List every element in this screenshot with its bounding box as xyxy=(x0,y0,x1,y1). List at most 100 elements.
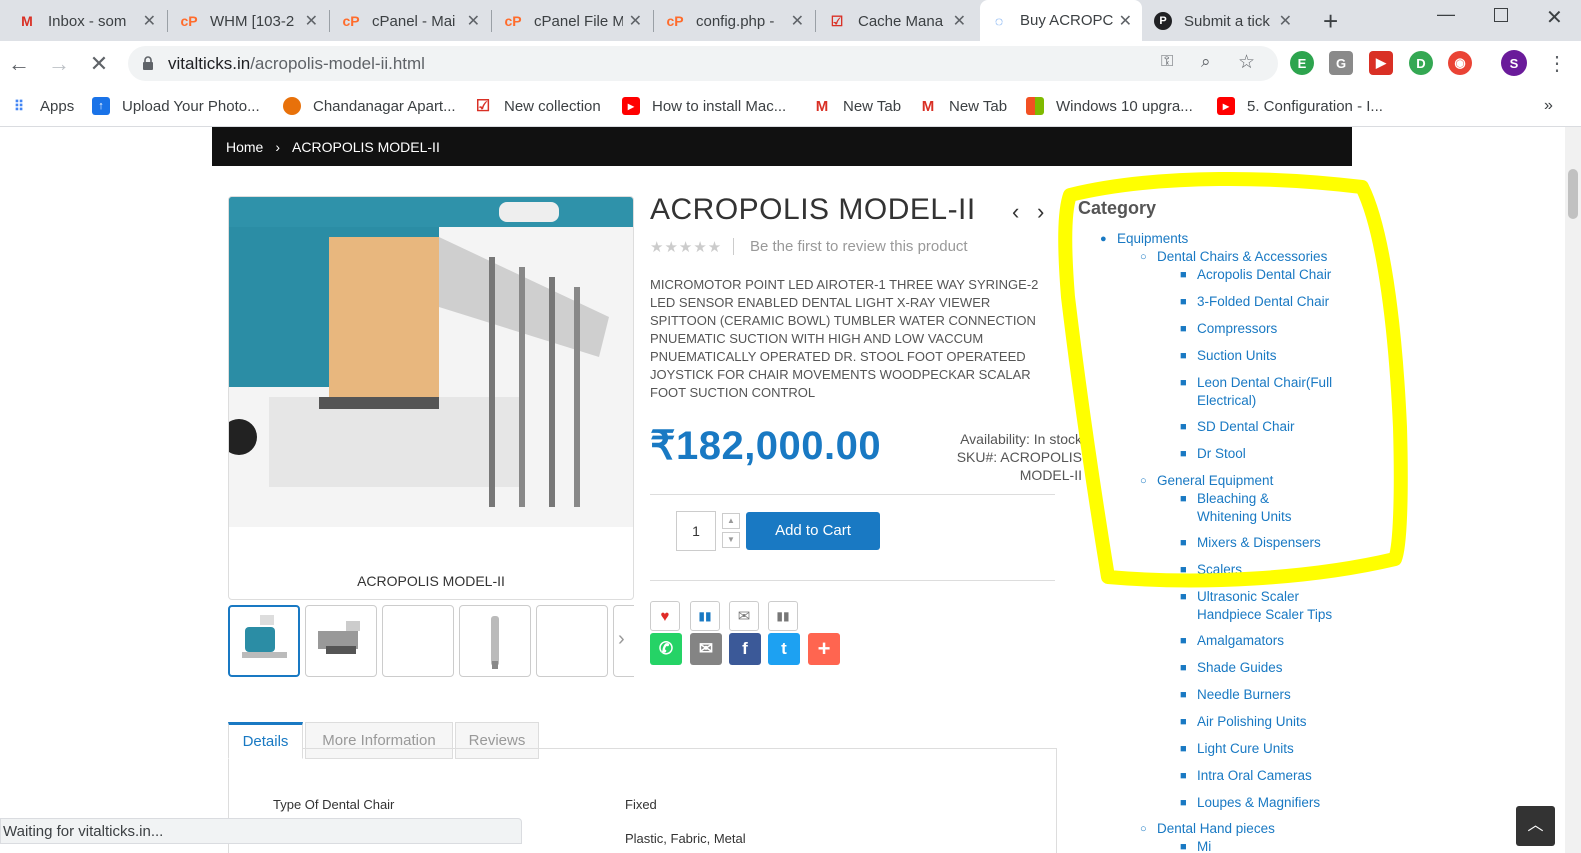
evernote-extension-icon[interactable]: E xyxy=(1290,51,1314,75)
next-product-icon[interactable]: › xyxy=(1037,199,1044,225)
browser-tab-cache[interactable]: ☑ Cache Mana ✕ xyxy=(818,4,976,38)
bookmark-configuration[interactable]: ▶ 5. Configuration - I... xyxy=(1217,95,1383,117)
close-window-icon[interactable]: ✕ xyxy=(1546,5,1563,30)
category-item[interactable]: ■ Air Polishing Units xyxy=(1180,713,1307,731)
browser-tab-config[interactable]: cP config.php - ✕ xyxy=(656,4,814,38)
bookmark-new-collection[interactable]: ☑ New collection xyxy=(474,95,601,117)
page-scrollbar[interactable] xyxy=(1565,127,1581,853)
product-thumbnail-5[interactable] xyxy=(536,605,608,677)
bookmark-chandanagar[interactable]: Chandanagar Apart... xyxy=(283,95,456,117)
category-item[interactable]: ■ Acropolis Dental Chair xyxy=(1180,266,1331,284)
add-to-cart-button[interactable]: Add to Cart xyxy=(746,512,880,550)
zoom-icon[interactable]: ⌕ xyxy=(1201,52,1211,72)
avatar[interactable]: S xyxy=(1501,50,1527,76)
close-tab-icon[interactable]: ✕ xyxy=(467,11,480,31)
browser-tab-cpanel-file[interactable]: cP cPanel File M ✕ xyxy=(494,4,652,38)
category-item[interactable]: ■ Dr Stool xyxy=(1180,445,1246,463)
category-item[interactable]: ■ Ultrasonic Scaler Handpiece Scaler Tips xyxy=(1180,588,1332,624)
category-item[interactable]: ■ Intra Oral Cameras xyxy=(1180,767,1312,785)
browser-tab-inbox[interactable]: M Inbox - som ✕ xyxy=(8,4,166,38)
category-item[interactable]: ■ Suction Units xyxy=(1180,347,1277,365)
review-link[interactable]: Be the first to review this product xyxy=(733,238,968,255)
category-item[interactable]: ■ Bleaching & Whitening Units xyxy=(1180,490,1292,526)
qty-increase-icon[interactable]: ▲ xyxy=(722,513,740,529)
new-tab-button[interactable]: + xyxy=(1323,6,1338,37)
category-item[interactable]: ■ Needle Burners xyxy=(1180,686,1291,704)
close-tab-icon[interactable]: ✕ xyxy=(953,11,966,31)
stop-loading-icon[interactable]: ✕ xyxy=(86,51,112,77)
category-item[interactable]: ■ Amalgamators xyxy=(1180,632,1284,650)
category-dental-hand-pieces[interactable]: ○ Dental Hand pieces xyxy=(1140,820,1275,838)
forward-icon[interactable]: → xyxy=(46,51,72,77)
browser-tab-whm[interactable]: cP WHM [103-2 ✕ xyxy=(170,4,328,38)
maximize-icon[interactable] xyxy=(1494,8,1508,22)
email-icon[interactable]: ✉ xyxy=(729,601,759,631)
category-item[interactable]: ■ Scalers xyxy=(1180,561,1242,579)
whatsapp-share-icon[interactable]: ✆ xyxy=(650,633,682,665)
wishlist-heart-icon[interactable]: ♥ xyxy=(650,601,680,631)
bookmark-apps[interactable]: ⠿ Apps xyxy=(10,95,74,117)
product-main-image[interactable]: ACROPOLIS MODEL-II xyxy=(228,196,634,600)
twitter-share-icon[interactable]: t xyxy=(768,633,800,665)
more-share-icon[interactable]: + xyxy=(808,633,840,665)
category-item[interactable]: ■ Mi xyxy=(1180,838,1211,853)
bookmark-new-tab-1[interactable]: M New Tab xyxy=(813,95,901,117)
qty-decrease-icon[interactable]: ▼ xyxy=(722,532,740,548)
browser-tab-submit-ticket[interactable]: P Submit a tick ✕ xyxy=(1144,4,1302,38)
bookmark-install-mac[interactable]: ▶ How to install Mac... xyxy=(622,95,786,117)
tab-details[interactable]: Details xyxy=(228,722,303,759)
d-extension-icon[interactable]: D xyxy=(1409,51,1433,75)
grammarly-extension-icon[interactable]: G xyxy=(1329,51,1353,75)
facebook-share-icon[interactable]: f xyxy=(729,633,761,665)
browser-tab-buy-acropolis[interactable]: ◌ Buy ACROPC ✕ xyxy=(980,0,1142,41)
quantity-input[interactable]: 1 xyxy=(676,511,716,551)
category-item[interactable]: ■ Shade Guides xyxy=(1180,659,1283,677)
category-item[interactable]: ■ SD Dental Chair xyxy=(1180,418,1295,436)
browser-tab-strip: M Inbox - som ✕ cP WHM [103-2 ✕ cP cPanel … xyxy=(0,0,1581,41)
close-tab-icon[interactable]: ✕ xyxy=(791,11,804,31)
breadcrumb-home-link[interactable]: Home xyxy=(226,139,263,155)
close-tab-icon[interactable]: ✕ xyxy=(143,11,156,31)
back-icon[interactable]: ← xyxy=(6,51,32,77)
category-item[interactable]: ■ Mixers & Dispensers xyxy=(1180,534,1321,552)
bookmarks-bar: ⠿ Apps ↑ Upload Your Photo... Chandanagar … xyxy=(0,87,1581,127)
thumbnail-next-button[interactable]: › xyxy=(613,605,634,677)
bookmark-new-tab-2[interactable]: M New Tab xyxy=(919,95,1007,117)
category-item[interactable]: ■ Leon Dental Chair(Full Electrical) xyxy=(1180,374,1332,410)
category-item[interactable]: ■ 3-Folded Dental Chair xyxy=(1180,293,1329,311)
browser-tab-cpanel-mail[interactable]: cP cPanel - Mai ✕ xyxy=(332,4,490,38)
product-thumbnail-3[interactable] xyxy=(382,605,454,677)
product-thumbnail-4[interactable] xyxy=(459,605,531,677)
category-item[interactable]: ■ Light Cure Units xyxy=(1180,740,1294,758)
previous-product-icon[interactable]: ‹ xyxy=(1012,199,1019,225)
video-extension-icon[interactable]: ▶ xyxy=(1369,51,1393,75)
close-tab-icon[interactable]: ✕ xyxy=(1279,11,1292,31)
category-heading: Category xyxy=(1078,198,1157,218)
category-item[interactable]: ■ Loupes & Magnifiers xyxy=(1180,794,1320,812)
category-equipments[interactable]: ● Equipments xyxy=(1100,230,1188,248)
address-bar[interactable]: vitalticks.in/acropolis-model-ii.html ⚿ … xyxy=(128,46,1278,81)
bookmark-windows-10[interactable]: Windows 10 upgra... xyxy=(1026,95,1193,117)
scroll-to-top-button[interactable]: ︿ xyxy=(1516,806,1555,846)
close-tab-icon[interactable]: ✕ xyxy=(1119,11,1132,31)
color-extension-icon[interactable]: ◉ xyxy=(1448,51,1472,75)
minimize-icon[interactable]: — xyxy=(1437,4,1455,25)
product-thumbnail-2[interactable] xyxy=(305,605,377,677)
bullet-circle-icon: ○ xyxy=(1140,251,1147,263)
product-thumbnail-1[interactable] xyxy=(228,605,300,677)
key-icon[interactable]: ⚿ xyxy=(1161,53,1173,71)
stats-chart-icon[interactable]: ▮▮ xyxy=(768,601,798,631)
close-tab-icon[interactable]: ✕ xyxy=(305,11,318,31)
bookmark-star-icon[interactable]: ☆ xyxy=(1238,51,1255,74)
cpanel-icon: cP xyxy=(666,13,684,29)
close-tab-icon[interactable]: ✕ xyxy=(629,11,642,31)
menu-kebab-icon[interactable]: ⋮ xyxy=(1547,51,1567,76)
email-share-icon[interactable]: ✉ xyxy=(690,633,722,665)
category-item[interactable]: ■ Compressors xyxy=(1180,320,1277,338)
category-general-equipment[interactable]: ○ General Equipment xyxy=(1140,472,1273,490)
category-dental-chairs[interactable]: ○ Dental Chairs & Accessories xyxy=(1140,248,1327,266)
scrollbar-thumb[interactable] xyxy=(1568,169,1578,219)
bookmark-upload-photo[interactable]: ↑ Upload Your Photo... xyxy=(92,95,260,117)
compare-chart-icon[interactable]: ▮▮ xyxy=(690,601,720,631)
bookmarks-overflow-icon[interactable]: » xyxy=(1544,95,1553,117)
